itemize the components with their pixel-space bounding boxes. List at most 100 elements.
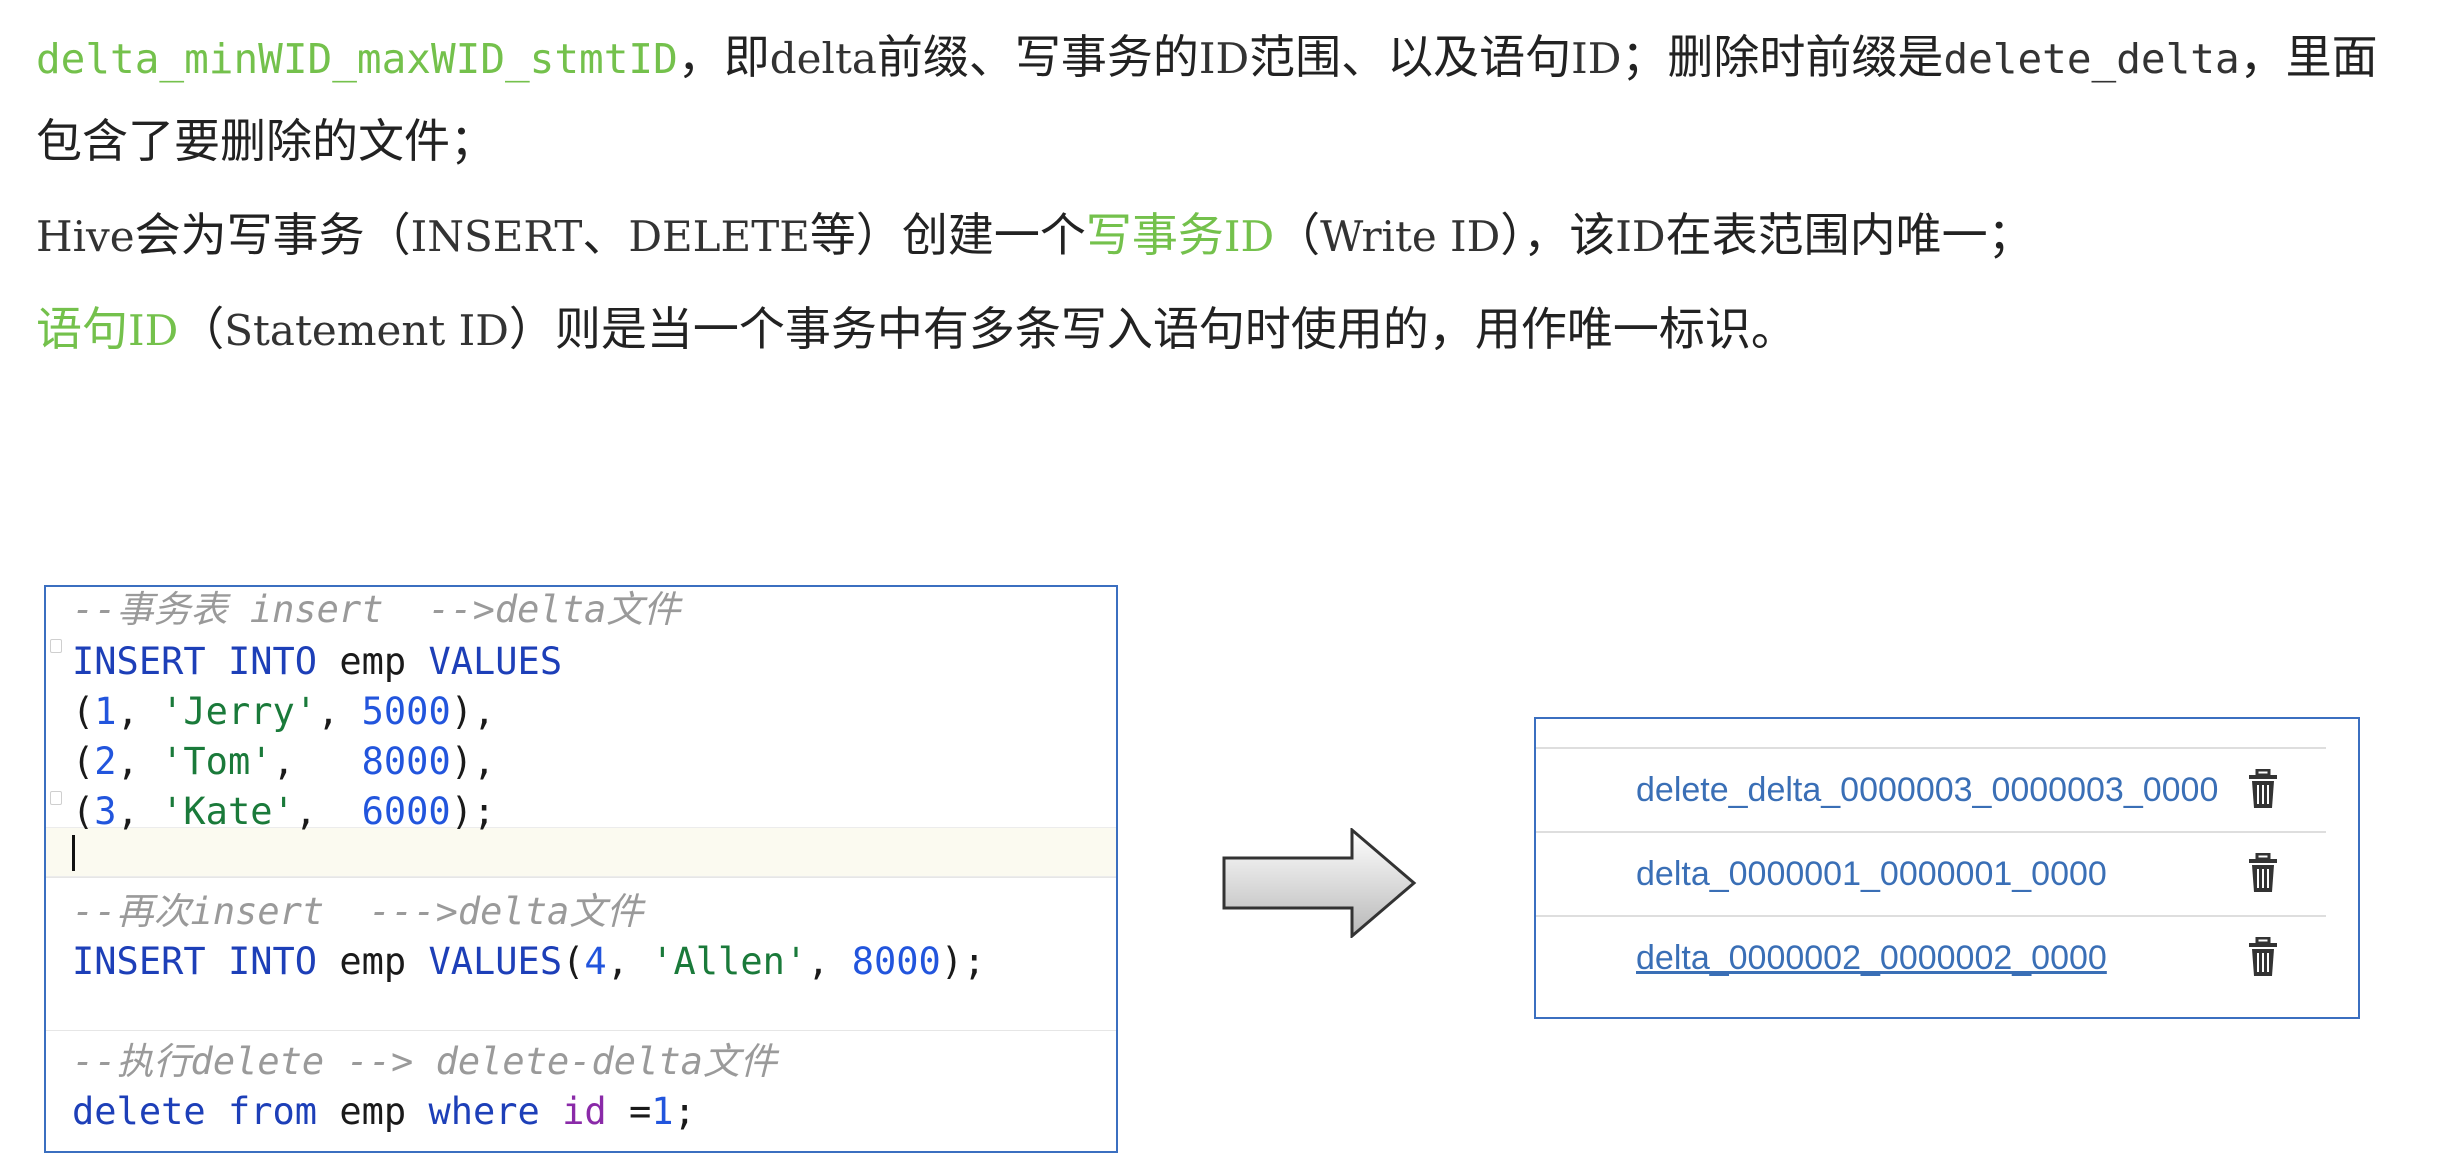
sql-number: 6000 bbox=[361, 790, 451, 833]
code-comment: --执行delete --> delete-delta文件 bbox=[72, 1040, 777, 1083]
text: 、 bbox=[582, 208, 629, 262]
text: 在表范围内唯一； bbox=[1665, 208, 2034, 262]
file-row[interactable]: delta_0000002_0000002_0000 bbox=[1536, 915, 2326, 1001]
mono-text: DELETE bbox=[628, 212, 810, 261]
sql-punct: , bbox=[317, 690, 362, 733]
sql-punct: , bbox=[116, 740, 162, 783]
code-line: (1, 'Jerry', 5000), bbox=[72, 693, 495, 730]
file-row[interactable]: delete_delta_0000003_0000003_0000 bbox=[1536, 747, 2326, 833]
sql-number: 4 bbox=[584, 940, 607, 983]
trash-icon[interactable] bbox=[2248, 769, 2278, 809]
text: ，即 bbox=[677, 30, 770, 84]
term-statement-id-suffix: ID bbox=[128, 306, 179, 355]
sql-number: 8000 bbox=[851, 940, 941, 983]
code-comment: --事务表 insert -->delta文件 bbox=[72, 588, 681, 631]
code-line: (2, 'Tom', 8000), bbox=[72, 743, 495, 780]
file-name-link[interactable]: delete_delta_0000003_0000003_0000 bbox=[1636, 771, 2218, 810]
sql-number: 1 bbox=[651, 1090, 674, 1133]
paragraph-1-line-2: 包含了要删除的文件； bbox=[36, 118, 2366, 164]
mono-text: ID bbox=[1615, 212, 1666, 261]
mono-text: ID bbox=[1571, 34, 1622, 83]
sql-punct: , bbox=[807, 940, 852, 983]
code-editor[interactable]: --事务表 insert -->delta文件 INSERT INTO emp … bbox=[44, 585, 1118, 1153]
sql-punct: ; bbox=[673, 1090, 696, 1133]
sql-number: 3 bbox=[94, 790, 117, 833]
mono-text: delta bbox=[769, 34, 877, 83]
sql-number: 2 bbox=[94, 740, 117, 783]
sql-punct: ( bbox=[72, 740, 95, 783]
mono-text: Write ID bbox=[1320, 212, 1501, 261]
text: ）则是当一个事务中有多条写入语句时使用的，用作唯一标识。 bbox=[508, 302, 1797, 356]
sql-punct: ( bbox=[72, 690, 95, 733]
sql-punct: ); bbox=[940, 940, 986, 983]
sql-punct: , bbox=[116, 690, 162, 733]
file-list-panel: delete_delta_0000003_0000003_0000 delta_… bbox=[1534, 717, 2360, 1019]
term-statement-id: 语句 bbox=[36, 302, 128, 356]
text: ；删除时前缀是 bbox=[1621, 30, 1944, 84]
sql-punct: , bbox=[272, 740, 362, 783]
code-line: INSERT INTO emp VALUES(4, 'Allen', 8000)… bbox=[72, 943, 985, 980]
sql-keyword: INSERT bbox=[72, 940, 206, 983]
sql-keyword: from bbox=[227, 1090, 318, 1133]
text: ，里面 bbox=[2239, 30, 2378, 84]
mono-text: ID bbox=[1198, 34, 1250, 83]
mono-text: Statement ID bbox=[224, 306, 509, 355]
file-name-link[interactable]: delta_0000001_0000001_0000 bbox=[1636, 855, 2107, 894]
text: （ bbox=[178, 302, 225, 356]
sql-punct: ); bbox=[450, 790, 496, 833]
text: 等）创建一个 bbox=[809, 208, 1086, 262]
sql-operator: = bbox=[606, 1090, 652, 1133]
code-comment: --再次insert --->delta文件 bbox=[72, 890, 644, 933]
mono-text: INSERT bbox=[410, 212, 583, 261]
mono-text: delete_delta bbox=[1943, 35, 2240, 83]
text: 范围、以及语句 bbox=[1249, 30, 1572, 84]
paragraph-2: Hive会为写事务（INSERT、DELETE等）创建一个写事务ID（Write… bbox=[36, 212, 2366, 258]
term-write-id-suffix: ID bbox=[1223, 212, 1275, 261]
sql-table: emp bbox=[339, 640, 407, 683]
term-delta-format: delta_minWID_maxWID_stmtID bbox=[36, 35, 678, 83]
sql-keyword: VALUES bbox=[428, 640, 563, 683]
term-write-id: 写事务 bbox=[1085, 208, 1224, 262]
sql-keyword: delete bbox=[72, 1090, 206, 1133]
trash-icon[interactable] bbox=[2248, 937, 2278, 977]
sql-string: 'Kate' bbox=[161, 790, 295, 833]
sql-punct: ), bbox=[450, 740, 496, 783]
sql-keyword: INSERT bbox=[72, 640, 206, 683]
text: 前缀、写事务的 bbox=[876, 30, 1199, 84]
fold-marker-icon[interactable] bbox=[50, 639, 62, 653]
right-arrow-icon bbox=[1222, 826, 1418, 942]
sql-punct: , bbox=[294, 790, 362, 833]
current-line-highlight bbox=[46, 827, 1116, 877]
sql-string: 'Jerry' bbox=[161, 690, 318, 733]
sql-string: 'Allen' bbox=[651, 940, 808, 983]
text-cursor bbox=[72, 835, 75, 871]
text: ），该 bbox=[1500, 208, 1616, 262]
paragraph-3: 语句ID（Statement ID）则是当一个事务中有多条写入语句时使用的，用作… bbox=[36, 306, 2366, 352]
paragraph-1: delta_minWID_maxWID_stmtID，即delta前缀、写事务的… bbox=[36, 34, 2378, 83]
sql-keyword: VALUES bbox=[428, 940, 563, 983]
trash-icon[interactable] bbox=[2248, 853, 2278, 893]
mono-text: Hive bbox=[36, 212, 135, 261]
sql-table: emp bbox=[339, 940, 407, 983]
code-line: delete from emp where id =1; bbox=[72, 1093, 696, 1130]
sql-punct: ( bbox=[72, 790, 95, 833]
fold-marker-icon[interactable] bbox=[50, 791, 62, 805]
sql-string: 'Tom' bbox=[161, 740, 273, 783]
sql-keyword: INTO bbox=[227, 940, 318, 983]
sql-number: 1 bbox=[94, 690, 117, 733]
text: 会为写事务（ bbox=[134, 208, 411, 262]
sql-number: 5000 bbox=[361, 690, 451, 733]
sql-punct: , bbox=[606, 940, 652, 983]
text: 包含了要删除的文件； bbox=[36, 114, 496, 168]
divider bbox=[46, 877, 1116, 878]
sql-punct: ), bbox=[450, 690, 496, 733]
code-line: (3, 'Kate', 6000); bbox=[72, 793, 495, 830]
divider bbox=[46, 1030, 1116, 1031]
sql-number: 8000 bbox=[361, 740, 451, 783]
sql-column: id bbox=[562, 1090, 607, 1133]
sql-punct: ( bbox=[562, 940, 585, 983]
text: （ bbox=[1274, 208, 1321, 262]
sql-table: emp bbox=[339, 1090, 407, 1133]
file-name-link[interactable]: delta_0000002_0000002_0000 bbox=[1636, 939, 2107, 978]
file-row[interactable]: delta_0000001_0000001_0000 bbox=[1536, 831, 2326, 917]
